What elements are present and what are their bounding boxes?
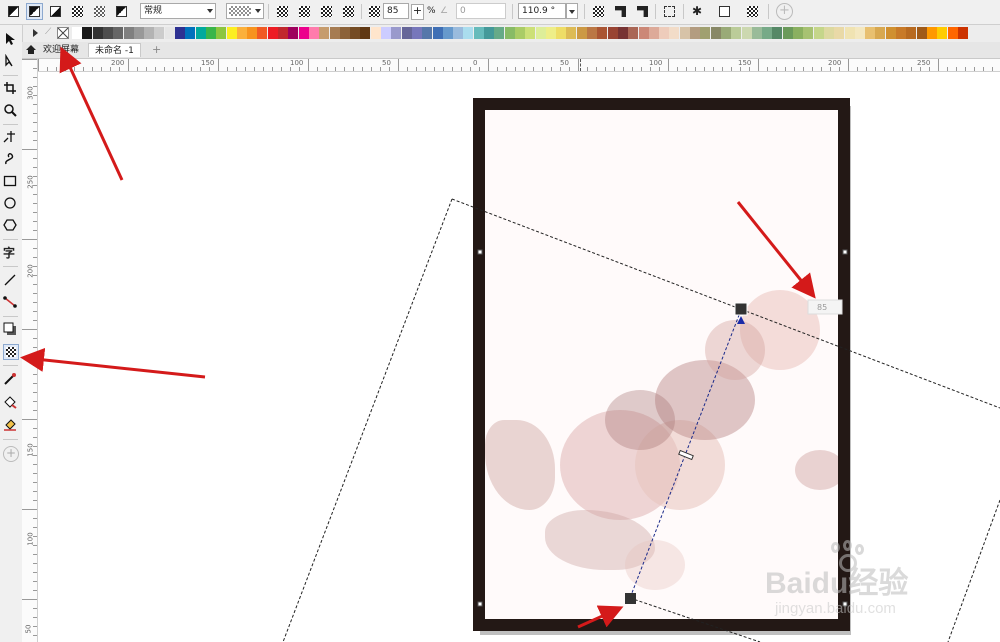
watermark: Baidu经验 jingyan.baidu.com	[765, 540, 975, 625]
annotation-arrow	[20, 347, 206, 379]
annotation-arrow	[59, 46, 124, 181]
annotation-arrow	[577, 605, 624, 629]
annotation-arrow	[736, 201, 816, 299]
watermark-brand: Baidu经验	[765, 567, 909, 600]
watermark-url: jingyan.baidu.com	[775, 600, 896, 617]
